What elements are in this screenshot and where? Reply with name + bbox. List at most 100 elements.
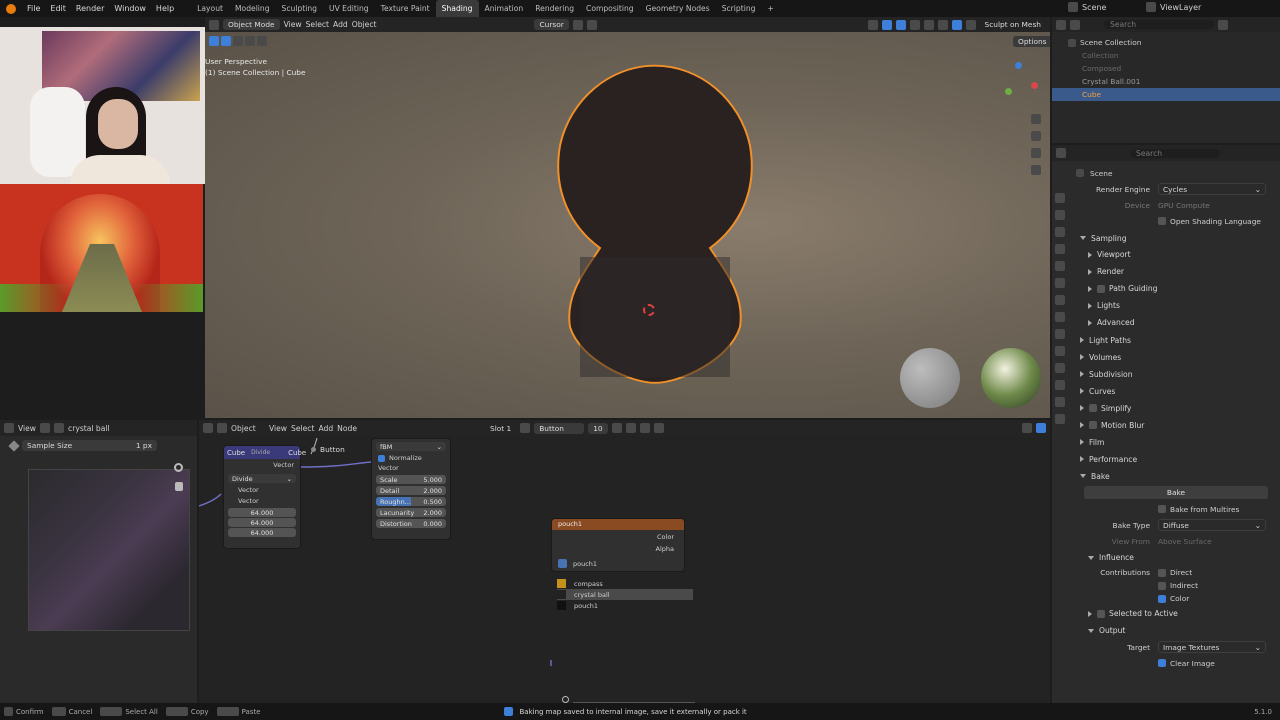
popup-search-icon[interactable] xyxy=(562,696,569,703)
panel-selected-to-active[interactable]: Selected to Active xyxy=(1076,605,1276,622)
eyedropper-icon[interactable] xyxy=(8,439,20,452)
hand-pan-icon[interactable] xyxy=(1031,131,1041,141)
panel-subdivision[interactable]: Subdivision xyxy=(1076,365,1276,382)
node-menu-view[interactable]: View xyxy=(269,424,287,433)
slot-dropdown[interactable]: Slot 1 xyxy=(485,423,516,434)
noise-distortion-field[interactable]: Distortion 0.000 xyxy=(376,519,446,528)
options-button[interactable]: Options xyxy=(1013,36,1050,47)
panel-render[interactable]: Render xyxy=(1076,263,1276,280)
scene-name[interactable]: Scene xyxy=(1082,3,1142,12)
viewport-menu-select[interactable]: Select xyxy=(306,20,329,29)
menu-render[interactable]: Render xyxy=(71,4,109,13)
panel-lights[interactable]: Lights xyxy=(1076,297,1276,314)
outliner-search-field[interactable]: Search xyxy=(1104,20,1214,29)
unlink-material-icon[interactable] xyxy=(639,423,650,433)
select-box-icon[interactable] xyxy=(221,36,231,46)
shader-type-icon[interactable] xyxy=(217,423,227,433)
navigation-gizmo[interactable] xyxy=(995,62,1039,106)
gizmo-icon[interactable] xyxy=(881,19,892,30)
add-workspace-icon[interactable]: + xyxy=(761,0,779,17)
panel-advanced[interactable]: Advanced xyxy=(1076,314,1276,331)
tab-layout[interactable]: Layout xyxy=(191,0,229,17)
menu-help[interactable]: Help xyxy=(151,4,179,13)
data-tab-icon[interactable] xyxy=(1055,380,1065,390)
divide-y-field[interactable]: 64.000 xyxy=(228,518,296,527)
material-name-field[interactable]: Button xyxy=(534,422,585,434)
viewport-menu-add[interactable]: Add xyxy=(333,20,348,29)
noise-scale-field[interactable]: Scale 5.000 xyxy=(376,475,446,484)
output-tab-icon[interactable] xyxy=(1055,227,1065,237)
image-selector[interactable]: pouch1 xyxy=(558,559,674,568)
menu-icon[interactable] xyxy=(40,423,51,433)
node-menu-add[interactable]: Add xyxy=(318,424,333,433)
modifier-tab-icon[interactable] xyxy=(1055,312,1065,322)
node-menu-node[interactable]: Node xyxy=(337,424,357,433)
bake-type-dropdown[interactable]: Diffuse ⌄ xyxy=(1158,519,1266,531)
image-name[interactable]: crystal ball xyxy=(68,424,110,433)
tab-texture-paint[interactable]: Texture Paint xyxy=(375,0,436,17)
noise-type-dropdown[interactable]: fBM ⌄ xyxy=(376,442,446,451)
tab-compositing[interactable]: Compositing xyxy=(580,0,640,17)
status-message[interactable]: Baking map saved to internal image, save… xyxy=(519,708,746,716)
panel-volumes[interactable]: Volumes xyxy=(1076,348,1276,365)
tab-geometry-nodes[interactable]: Geometry Nodes xyxy=(640,0,716,17)
camera-view-icon[interactable] xyxy=(1031,148,1041,158)
node-overlay-icon[interactable] xyxy=(1022,423,1032,433)
material-users-count[interactable]: 10 xyxy=(588,422,608,434)
blender-logo-icon[interactable] xyxy=(6,3,16,14)
image-texture-node[interactable]: pouch1 Color Alpha pouch1 xyxy=(551,518,685,572)
outliner-item-composed[interactable]: Composed xyxy=(1052,62,1280,75)
divide-x-field[interactable]: 64.000 xyxy=(228,508,296,517)
color-checkbox[interactable] xyxy=(1158,594,1166,603)
particles-tab-icon[interactable] xyxy=(1055,329,1065,339)
osl-checkbox[interactable] xyxy=(1158,217,1166,225)
material-browse-icon[interactable] xyxy=(520,423,531,433)
properties-search-field[interactable]: Search xyxy=(1130,148,1220,158)
indirect-checkbox[interactable] xyxy=(1158,581,1166,590)
outliner-editor-icon[interactable] xyxy=(1056,19,1066,30)
popup-search-field[interactable] xyxy=(573,695,695,703)
outliner-root[interactable]: Scene Collection xyxy=(1052,36,1280,49)
viewport-menu-view[interactable]: View xyxy=(284,20,302,29)
selected-to-active-checkbox[interactable] xyxy=(1097,609,1105,618)
panel-output[interactable]: Output xyxy=(1076,622,1276,639)
tab-rendering[interactable]: Rendering xyxy=(529,0,580,17)
tab-shading[interactable]: Shading xyxy=(435,0,479,17)
image-browse-icon[interactable] xyxy=(558,559,567,568)
viewport-3d[interactable]: User Perspective (1) Scene Collection | … xyxy=(205,32,1050,418)
select-tool-icon[interactable] xyxy=(209,36,219,46)
xray-icon[interactable] xyxy=(909,19,920,30)
menu-window[interactable]: Window xyxy=(109,4,151,13)
panel-influence[interactable]: Influence xyxy=(1076,549,1276,566)
panel-motion-blur[interactable]: Motion Blur xyxy=(1076,416,1276,433)
visibility-icon[interactable] xyxy=(867,19,878,30)
fake-user-icon[interactable] xyxy=(611,423,622,433)
panel-path-guiding[interactable]: Path Guiding xyxy=(1076,280,1276,297)
node-editor-canvas[interactable]: Cube Divide Cube Vector Divide ⌄ Vector V… xyxy=(199,436,1050,703)
path-guiding-checkbox[interactable] xyxy=(1097,284,1105,293)
select-extend-icon[interactable] xyxy=(233,36,243,46)
clear-image-checkbox[interactable] xyxy=(1158,659,1166,667)
divide-operation-dropdown[interactable]: Divide ⌄ xyxy=(228,474,296,483)
display-mode-icon[interactable] xyxy=(1070,19,1080,30)
view-layer-name[interactable]: ViewLayer xyxy=(1160,3,1201,12)
proportional-edit-icon[interactable] xyxy=(586,19,597,30)
outliner-item-crystal-ball[interactable]: Crystal Ball.001 xyxy=(1052,75,1280,88)
normalize-checkbox[interactable] xyxy=(378,454,385,462)
editor-type-icon[interactable] xyxy=(209,19,219,30)
button-node-label[interactable]: Button xyxy=(311,445,345,454)
simplify-checkbox[interactable] xyxy=(1089,404,1097,412)
target-dropdown[interactable]: Image Textures ⌄ xyxy=(1158,641,1266,653)
tab-modeling[interactable]: Modeling xyxy=(229,0,276,17)
image-browse-icon[interactable] xyxy=(54,423,65,433)
divide-z-field[interactable]: 64.000 xyxy=(228,528,296,537)
device-value[interactable]: GPU Compute xyxy=(1158,201,1210,210)
rendered-shading-icon[interactable] xyxy=(965,19,976,30)
render-engine-dropdown[interactable]: Cycles ⌄ xyxy=(1158,183,1266,195)
zoom-icon[interactable] xyxy=(174,463,183,472)
image-editor-type-icon[interactable] xyxy=(4,423,14,433)
view-layer-tab-icon[interactable] xyxy=(1055,244,1065,254)
image-menu-view[interactable]: View xyxy=(18,424,36,433)
sample-size-field[interactable]: Sample Size 1 px xyxy=(22,440,157,451)
panel-viewport[interactable]: Viewport xyxy=(1076,246,1276,263)
